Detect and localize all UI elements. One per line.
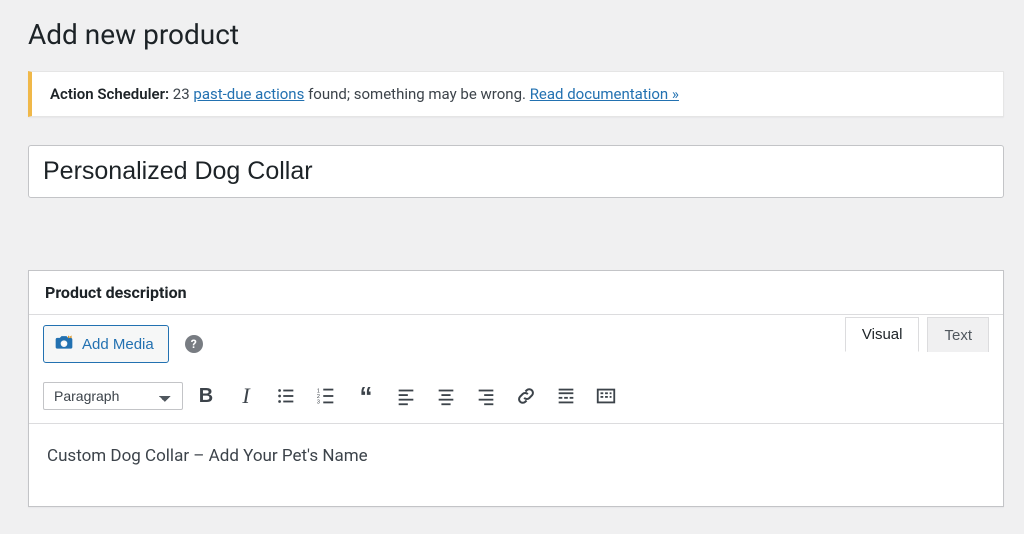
bold-button[interactable]: B — [189, 379, 223, 413]
past-due-link[interactable]: past-due actions — [193, 85, 304, 103]
notice-text: found; something may be wrong. — [308, 85, 526, 103]
format-select[interactable]: Paragraph — [43, 382, 183, 410]
page-title: Add new product — [28, 0, 1004, 71]
italic-button[interactable]: I — [229, 379, 263, 413]
editor-content[interactable]: Custom Dog Collar – Add Your Pet's Name — [29, 424, 1003, 506]
align-left-button[interactable] — [389, 379, 423, 413]
blockquote-button[interactable]: “ — [349, 379, 383, 413]
description-editor: Product description Add Media ? Visual T… — [28, 270, 1004, 507]
svg-text:3: 3 — [317, 399, 320, 405]
read-docs-link[interactable]: Read documentation » — [530, 85, 679, 103]
notice-count: 23 — [173, 85, 190, 103]
tab-text[interactable]: Text — [927, 317, 989, 352]
bullet-list-button[interactable] — [269, 379, 303, 413]
numbered-list-button[interactable]: 123 — [309, 379, 343, 413]
camera-icon — [54, 332, 74, 356]
align-right-button[interactable] — [469, 379, 503, 413]
add-media-button[interactable]: Add Media — [43, 325, 169, 363]
editor-toolbar: Paragraph B I 123 “ — [29, 369, 1003, 424]
align-center-button[interactable] — [429, 379, 463, 413]
read-more-button[interactable] — [549, 379, 583, 413]
toolbar-toggle-button[interactable] — [589, 379, 623, 413]
product-title-input[interactable] — [28, 145, 1004, 198]
editor-section-title: Product description — [45, 283, 987, 302]
notice-label: Action Scheduler: — [50, 85, 169, 103]
tab-visual[interactable]: Visual — [845, 317, 920, 352]
add-media-label: Add Media — [82, 336, 154, 353]
link-button[interactable] — [509, 379, 543, 413]
warning-notice: Action Scheduler: 23 past-due actions fo… — [28, 71, 1004, 117]
help-icon[interactable]: ? — [185, 335, 203, 353]
